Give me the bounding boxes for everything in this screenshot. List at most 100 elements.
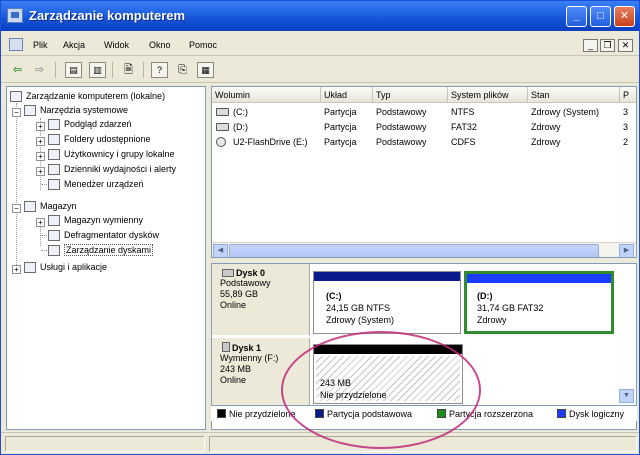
tree-item-device-manager[interactable]: Menedżer urządzeń bbox=[48, 178, 203, 192]
help-icon[interactable]: ? bbox=[151, 62, 168, 78]
maximize-button[interactable]: □ bbox=[590, 6, 611, 27]
disk-type: Wymienny (F:) bbox=[220, 353, 279, 363]
storage-icon bbox=[24, 201, 36, 212]
disk-state: Online bbox=[220, 375, 247, 385]
volume-capacity: 3 bbox=[623, 122, 629, 132]
scroll-left-button[interactable]: ◀ bbox=[213, 244, 228, 257]
performance-icon bbox=[48, 164, 60, 175]
disk-0-info[interactable]: Dysk 0 Podstawowy 55,89 GB Online bbox=[212, 264, 310, 336]
column-header-volume[interactable]: Wolumin bbox=[212, 87, 321, 103]
legend-swatch bbox=[437, 409, 446, 418]
horizontal-scrollbar[interactable]: ◀ ▶ bbox=[212, 242, 636, 257]
volume-row[interactable]: U2-FlashDrive (E:) Partycja Podstawowy C… bbox=[212, 135, 636, 150]
export-icon[interactable]: ⎘ bbox=[174, 62, 191, 78]
disk-management-icon bbox=[48, 245, 60, 256]
volume-layout: Partycja bbox=[324, 137, 357, 147]
volume-type: Podstawowy bbox=[376, 137, 427, 147]
expand-toggle[interactable]: + bbox=[36, 218, 45, 227]
users-icon bbox=[48, 149, 60, 160]
cd-drive-icon bbox=[216, 137, 226, 147]
collapse-toggle[interactable]: − bbox=[12, 108, 21, 117]
legend-swatch bbox=[557, 409, 566, 418]
disk-icon bbox=[222, 269, 234, 277]
mdi-close-button[interactable]: ✕ bbox=[618, 39, 633, 52]
volume-row[interactable]: (D:) Partycja Podstawowy FAT32 Zdrowy 3 bbox=[212, 120, 636, 135]
tree-item-storage[interactable]: Magazyn bbox=[24, 200, 204, 214]
volume-type: Podstawowy bbox=[376, 122, 427, 132]
column-header-status[interactable]: Stan bbox=[528, 87, 620, 103]
tree-item-local-users-groups[interactable]: Użytkownicy i grupy lokalne bbox=[48, 148, 203, 162]
volume-list: Wolumin Układ Typ System plików Stan P (… bbox=[211, 86, 637, 258]
partition-c[interactable]: (C:) 24,15 GB NTFS Zdrowy (System) bbox=[313, 271, 461, 334]
primary-partition-bar bbox=[314, 272, 460, 281]
scrollbar-thumb[interactable] bbox=[229, 244, 599, 257]
forward-arrow-icon[interactable]: ⇨ bbox=[31, 62, 48, 78]
volume-name: (D:) bbox=[233, 122, 248, 132]
menu-view[interactable]: Widok bbox=[104, 40, 129, 50]
disk-state: Online bbox=[220, 300, 247, 310]
tree-item-removable-storage[interactable]: Magazyn wymienny bbox=[48, 214, 203, 228]
volume-name: (C:) bbox=[233, 107, 248, 117]
tree-connector bbox=[16, 103, 17, 271]
menu-file[interactable]: Plik bbox=[33, 40, 48, 50]
volume-file-system: NTFS bbox=[451, 107, 475, 117]
disk-1-info[interactable]: Dysk 1 Wymienny (F:) 243 MB Online bbox=[212, 338, 310, 406]
mdi-minimize-button[interactable]: _ bbox=[583, 39, 598, 52]
tree-item-performance-logs[interactable]: Dzienniki wydajności i alerty bbox=[48, 163, 203, 177]
tree-item-event-viewer[interactable]: Podgląd zdarzeń bbox=[48, 118, 203, 132]
column-header-capacity[interactable]: P bbox=[620, 87, 636, 103]
expand-toggle[interactable]: + bbox=[36, 137, 45, 146]
disk-type: Podstawowy bbox=[220, 278, 271, 288]
toolbar-separator bbox=[55, 62, 56, 78]
drive-icon bbox=[216, 123, 229, 131]
scroll-down-button[interactable]: ▼ bbox=[619, 389, 634, 403]
column-header-layout[interactable]: Układ bbox=[321, 87, 373, 103]
partition-d[interactable]: (D:) 31,74 GB FAT32 Zdrowy bbox=[464, 271, 614, 334]
menu-help[interactable]: Pomoc bbox=[189, 40, 217, 50]
menu-bar: Plik Akcja Widok Okno Pomoc _ ❐ ✕ bbox=[1, 35, 639, 56]
menu-action[interactable]: Akcja bbox=[63, 40, 85, 50]
expand-toggle[interactable]: + bbox=[36, 122, 45, 131]
unallocated-partition[interactable]: 243 MB Nie przydzielone bbox=[313, 344, 463, 404]
menu-window[interactable]: Okno bbox=[149, 40, 171, 50]
disk-name: Dysk 1 bbox=[232, 343, 262, 353]
scroll-right-button[interactable]: ▶ bbox=[619, 244, 634, 257]
volume-type: Podstawowy bbox=[376, 107, 427, 117]
close-button[interactable]: ✕ bbox=[614, 6, 635, 27]
volume-capacity: 3 bbox=[623, 107, 629, 117]
tree-item-disk-management[interactable]: Zarządzanie dyskami bbox=[48, 244, 203, 258]
status-cell bbox=[209, 436, 637, 452]
column-header-type[interactable]: Typ bbox=[373, 87, 448, 103]
properties-icon[interactable]: 🗎 bbox=[120, 62, 137, 78]
event-viewer-icon bbox=[48, 119, 60, 130]
mmc-console-icon[interactable] bbox=[9, 38, 23, 51]
view-icon[interactable]: ▦ bbox=[197, 62, 214, 78]
console-tree: Zarządzanie komputerem (lokalne) − Narzę… bbox=[6, 86, 206, 430]
status-cell bbox=[5, 436, 205, 452]
tree-item-shared-folders[interactable]: Foldery udostępnione bbox=[48, 133, 203, 147]
minimize-button[interactable]: _ bbox=[566, 6, 587, 27]
partition-size: 243 MB bbox=[320, 378, 352, 388]
tree-item-system-tools[interactable]: Narzędzia systemowe bbox=[24, 104, 204, 118]
volume-file-system: FAT32 bbox=[451, 122, 477, 132]
back-arrow-icon[interactable]: ⇦ bbox=[9, 62, 26, 78]
collapse-toggle[interactable]: − bbox=[12, 204, 21, 213]
tree-item-services-applications[interactable]: Usługi i aplikacje bbox=[24, 261, 204, 275]
toolbar: ⇦ ⇨ ▤ ▥ 🗎 ? ⎘ ▦ bbox=[1, 58, 639, 83]
mdi-restore-button[interactable]: ❐ bbox=[600, 39, 615, 52]
up-folder-icon[interactable]: ▤ bbox=[65, 62, 82, 78]
window-title: Zarządzanie komputerem bbox=[29, 8, 186, 23]
volume-layout: Partycja bbox=[324, 122, 357, 132]
show-hide-tree-icon[interactable]: ▥ bbox=[89, 62, 106, 78]
volume-status: Zdrowy bbox=[531, 122, 561, 132]
tree-item-defragmenter[interactable]: Defragmentator dysków bbox=[48, 229, 203, 243]
tree-item-root[interactable]: Zarządzanie komputerem (lokalne) bbox=[10, 90, 205, 104]
title-bar[interactable]: Zarządzanie komputerem _ □ ✕ bbox=[1, 1, 639, 31]
column-header-file-system[interactable]: System plików bbox=[448, 87, 528, 103]
expand-toggle[interactable]: + bbox=[36, 152, 45, 161]
expand-toggle[interactable]: + bbox=[12, 265, 21, 274]
expand-toggle[interactable]: + bbox=[36, 167, 45, 176]
partition-size: 31,74 GB FAT32 bbox=[477, 303, 544, 313]
volume-row[interactable]: (C:) Partycja Podstawowy NTFS Zdrowy (Sy… bbox=[212, 105, 636, 120]
device-manager-icon bbox=[48, 179, 60, 190]
